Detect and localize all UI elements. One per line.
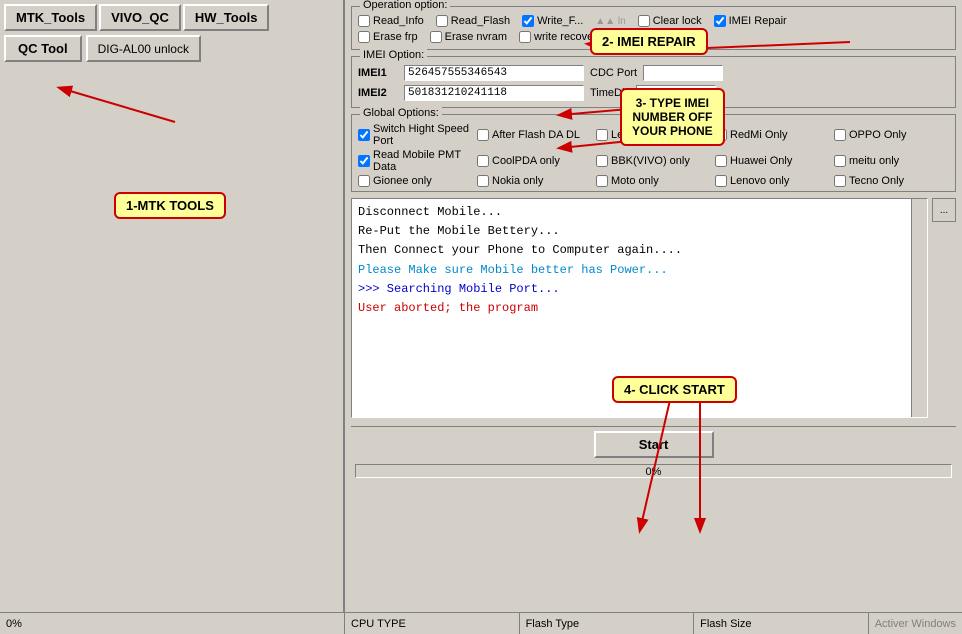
progress-text: 0% — [356, 465, 951, 479]
check-erase-nvram[interactable]: Erase nvram — [430, 31, 507, 43]
left-content: 1-MTK TOOLS — [4, 70, 339, 610]
progress-bar-area: 0% — [351, 462, 956, 480]
check-clear-lock[interactable]: Clear lock — [638, 15, 702, 27]
qc-tool-button[interactable]: QC Tool — [4, 35, 82, 62]
console-text-area: Disconnect Mobile... Re-Put the Mobile B… — [352, 199, 927, 322]
imei1-row: IMEI1 CDC Port — [358, 65, 949, 81]
callout-mtk-tools: 1-MTK TOOLS — [114, 192, 226, 219]
check-moto[interactable]: Moto only — [596, 175, 711, 187]
check-erase-frp[interactable]: Erase frp — [358, 31, 418, 43]
tab-buttons-row: MTK_Tools VIVO_QC HW_Tools — [0, 0, 343, 33]
imei2-input[interactable] — [404, 85, 584, 101]
tab-mtk-tools[interactable]: MTK_Tools — [4, 4, 97, 31]
cdc-input[interactable] — [643, 65, 723, 81]
console-line-4: Please Make sure Mobile better has Power… — [358, 261, 921, 280]
check-read-info[interactable]: Read_Info — [358, 15, 424, 27]
start-button[interactable]: Start — [594, 431, 714, 458]
flash-size-col: Flash Size — [694, 613, 869, 634]
check-imei-repair[interactable]: IMEI Repair — [714, 15, 787, 27]
imei-group-label: IMEI Option: — [360, 49, 427, 61]
check-read-mobile[interactable]: Read Mobile PMT Data — [358, 149, 473, 173]
check-oppo[interactable]: OPPO Only — [834, 123, 949, 147]
imei2-label: IMEI2 — [358, 87, 398, 99]
callout-type-imei: 3- TYPE IMEINUMBER OFFYOUR PHONE — [620, 88, 725, 146]
console-line-6: User aborted; the program — [358, 299, 921, 318]
check-nokia[interactable]: Nokia only — [477, 175, 592, 187]
check-coolpda[interactable]: CoolPDA only — [477, 149, 592, 173]
check-lenovo[interactable]: Lenovo only — [715, 175, 830, 187]
global-options-label: Global Options: — [360, 107, 442, 119]
tab-hw-tools[interactable]: HW_Tools — [183, 4, 270, 31]
console-line-3: Then Connect your Phone to Computer agai… — [358, 241, 921, 260]
windows-label: Activer Windows — [869, 618, 962, 630]
check-write-flash[interactable]: Write_F... — [522, 15, 583, 27]
flash-type-col: Flash Type — [520, 613, 695, 634]
second-buttons-row: QC Tool DIG-AL00 unlock — [0, 33, 343, 66]
imei1-label: IMEI1 — [358, 67, 398, 79]
console-scrollbar[interactable] — [911, 199, 927, 417]
check-bbk[interactable]: BBK(VIVO) only — [596, 149, 711, 173]
operation-group-label: Operation option: — [360, 0, 450, 11]
check-read-flash[interactable]: Read_Flash — [436, 15, 510, 27]
check-after-flash[interactable]: After Flash DA DL — [477, 123, 592, 147]
callout-click-start: 4- CLICK START — [612, 376, 737, 403]
cdc-label: CDC Port — [590, 67, 637, 79]
operation-row1: Read_Info Read_Flash Write_F... ▲▲ ln Cl… — [358, 15, 949, 27]
dig-unlock-button[interactable]: DIG-AL00 unlock — [86, 35, 201, 62]
check-switch-speed[interactable]: Switch Hight Speed Port — [358, 123, 473, 147]
check-huawei[interactable]: Huawei Only — [715, 149, 830, 173]
console-line-2: Re-Put the Mobile Bettery... — [358, 222, 921, 241]
console-line-1: Disconnect Mobile... — [358, 203, 921, 222]
check-meitu[interactable]: meitu only — [834, 149, 949, 173]
bottom-cols: CPU TYPE Flash Type Flash Size — [345, 613, 869, 634]
check-tecno[interactable]: Tecno Only — [834, 175, 949, 187]
tab-vivo-qc[interactable]: VIVO_QC — [99, 4, 181, 31]
imei1-input[interactable] — [404, 65, 584, 81]
check-gionee[interactable]: Gionee only — [358, 175, 473, 187]
callout-imei-repair: 2- IMEI REPAIR — [590, 28, 708, 55]
start-bar: Start — [351, 426, 956, 462]
left-panel: MTK_Tools VIVO_QC HW_Tools QC Tool DIG-A… — [0, 0, 345, 634]
bottom-bar: 0% CPU TYPE Flash Type Flash Size Active… — [0, 612, 962, 634]
progress-bar: 0% — [355, 464, 952, 478]
bottom-left-progress: 0% — [0, 613, 345, 634]
scroll-button[interactable]: ... — [932, 198, 956, 222]
cpu-type-col: CPU TYPE — [345, 613, 520, 634]
check-redmi[interactable]: RedMi Only — [715, 123, 830, 147]
console-line-5: >>> Searching Mobile Port... — [358, 280, 921, 299]
right-inner: Operation option: Read_Info Read_Flash W… — [351, 6, 956, 480]
